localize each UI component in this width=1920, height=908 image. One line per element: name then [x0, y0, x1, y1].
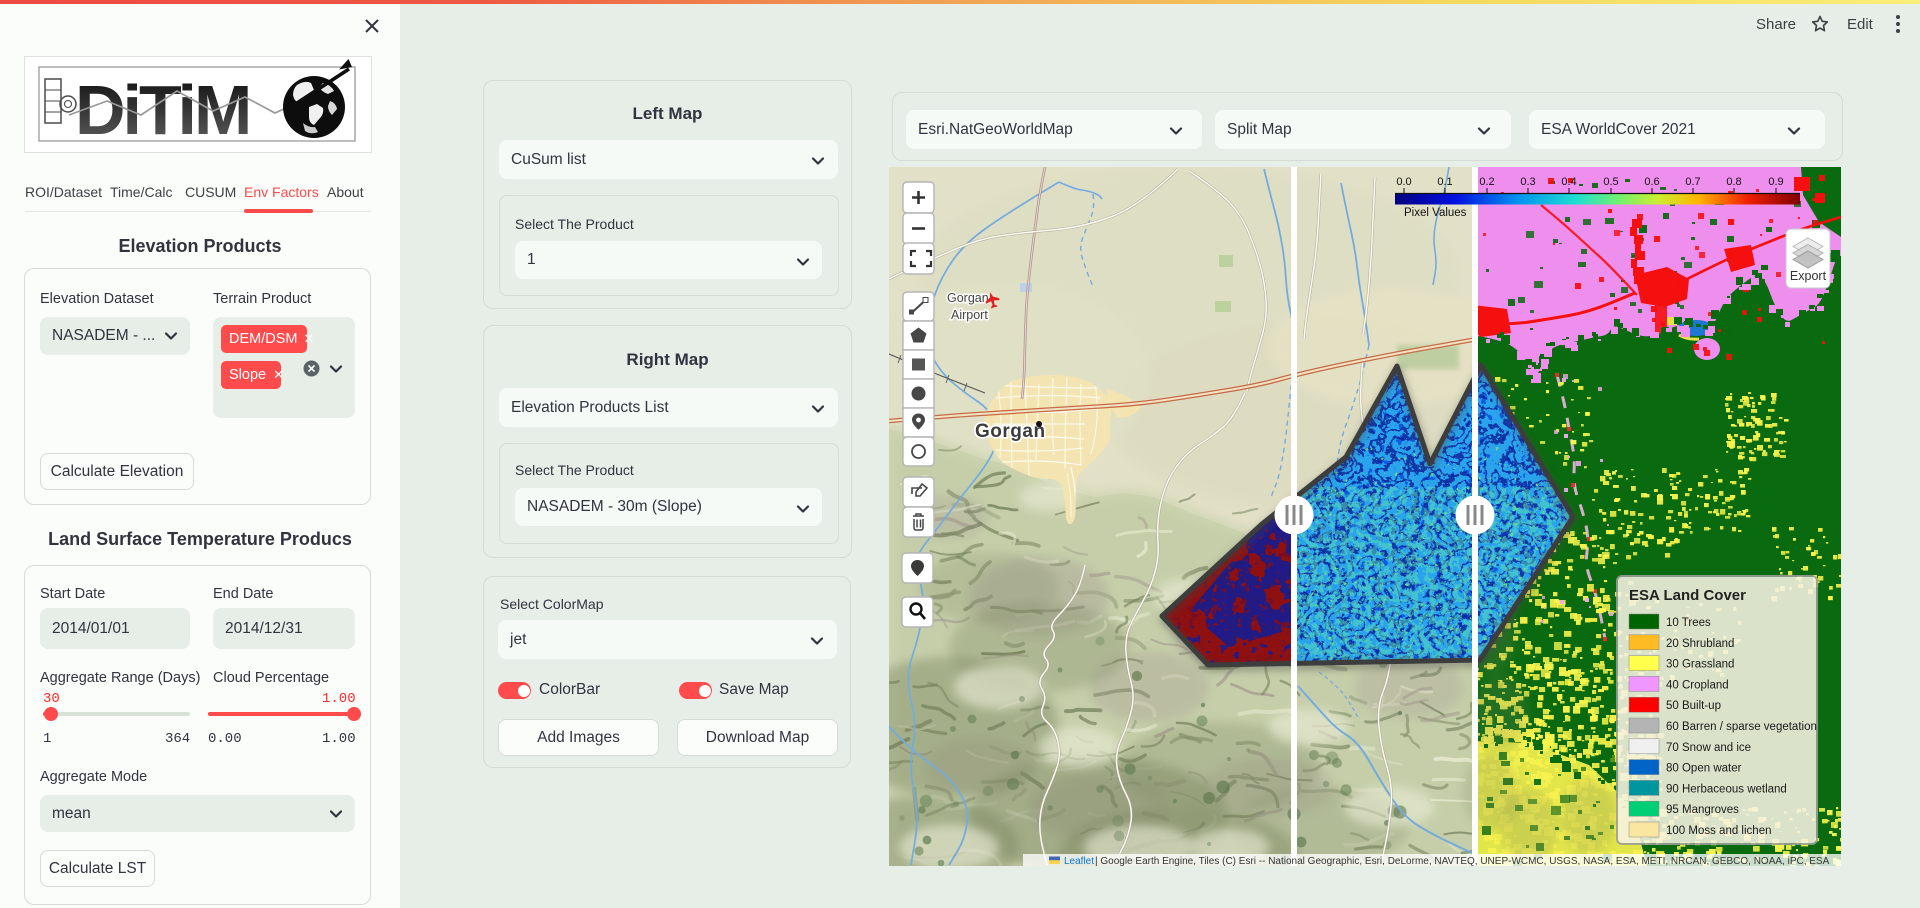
svg-text:95 Mangroves: 95 Mangroves [1666, 804, 1739, 816]
svg-text:90 Herbaceous wetland: 90 Herbaceous wetland [1666, 783, 1787, 795]
svg-text:40 Cropland: 40 Cropland [1666, 679, 1729, 691]
svg-text:70 Snow and ice: 70 Snow and ice [1666, 742, 1751, 754]
svg-text:0.7: 0.7 [1685, 176, 1700, 188]
svg-text:0.5: 0.5 [1603, 176, 1618, 188]
svg-text:30 Grassland: 30 Grassland [1666, 659, 1734, 671]
svg-text:80 Open water: 80 Open water [1666, 763, 1742, 775]
svg-text:ESA Land Cover: ESA Land Cover [1629, 587, 1746, 604]
svg-text:50 Built-up: 50 Built-up [1666, 700, 1721, 712]
svg-text:Gorgan: Gorgan [975, 421, 1046, 442]
svg-text:DiTiM: DiTiM [75, 71, 249, 149]
svg-text:Gorgan: Gorgan [947, 291, 989, 305]
svg-text:0.2: 0.2 [1479, 176, 1494, 188]
svg-text:0.8: 0.8 [1726, 176, 1741, 188]
svg-text:0.4: 0.4 [1561, 176, 1576, 188]
svg-text:10 Trees: 10 Trees [1666, 617, 1711, 629]
svg-text:Leaflet: Leaflet [1064, 856, 1094, 866]
svg-text:| Google Earth Engine, Tiles (: | Google Earth Engine, Tiles (C) Esri --… [1095, 856, 1830, 866]
svg-text:0.9: 0.9 [1768, 176, 1783, 188]
svg-text:100 Moss and lichen: 100 Moss and lichen [1666, 825, 1771, 837]
svg-text:0.0: 0.0 [1396, 176, 1411, 188]
svg-text:0.1: 0.1 [1437, 176, 1452, 188]
svg-text:Airport: Airport [951, 308, 988, 322]
svg-text:20 Shrubland: 20 Shrubland [1666, 638, 1734, 650]
svg-text:Pixel Values: Pixel Values [1404, 207, 1467, 219]
svg-text:0.6: 0.6 [1644, 176, 1659, 188]
svg-text:60 Barren / sparse vegetation: 60 Barren / sparse vegetation [1666, 721, 1817, 733]
svg-text:0.3: 0.3 [1520, 176, 1535, 188]
svg-text:Export: Export [1790, 269, 1827, 283]
